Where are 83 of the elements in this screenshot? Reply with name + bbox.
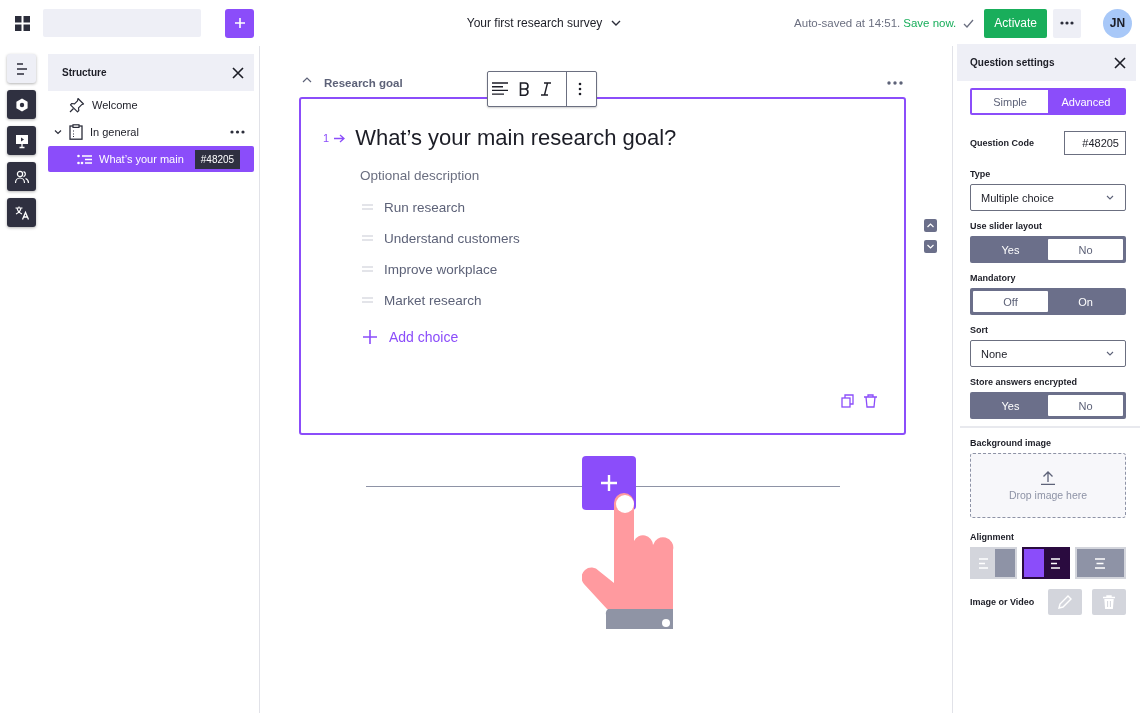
trash-icon: [1103, 595, 1115, 609]
drag-handle-icon[interactable]: [362, 266, 373, 272]
sidebar-tab[interactable]: [7, 90, 36, 119]
field-label: Question Code: [970, 138, 1034, 148]
text-lines-icon: [978, 557, 989, 569]
question-number: 1: [323, 132, 330, 144]
sidebar-tab[interactable]: [7, 198, 36, 227]
close-icon[interactable]: [232, 66, 244, 79]
section-title: Research goal: [324, 77, 403, 89]
plus-icon: [363, 330, 377, 344]
drag-handle-icon[interactable]: [362, 235, 373, 241]
text-lines-icon: [1051, 557, 1061, 569]
italic-icon[interactable]: [541, 82, 551, 96]
alignment-option[interactable]: [1022, 547, 1070, 579]
more-icon[interactable]: [887, 81, 903, 85]
chevron-down-icon[interactable]: [54, 128, 62, 136]
grid-icon[interactable]: [15, 15, 30, 31]
copy-icon[interactable]: [841, 394, 854, 408]
sidebar-tab[interactable]: [7, 162, 36, 191]
plus-icon: [598, 472, 619, 493]
more-vertical-icon[interactable]: [578, 82, 582, 96]
question-code-field[interactable]: #48205: [1064, 131, 1126, 155]
question-title[interactable]: What’s your main research goal?: [355, 125, 677, 151]
survey-title-dropdown[interactable]: Your first research survey: [466, 16, 622, 30]
field-label: Alignment: [970, 532, 1015, 542]
plus-icon: [233, 17, 246, 29]
field-label: Type: [970, 169, 992, 179]
panel-title: Question settings: [970, 57, 1055, 68]
close-icon[interactable]: [1114, 56, 1126, 69]
add-choice-button[interactable]: Add choice: [363, 329, 459, 345]
bold-icon[interactable]: [519, 82, 530, 96]
mode-tab[interactable]: Simple: [972, 90, 1048, 113]
chevron-down-icon: [611, 20, 622, 26]
field-label: Use slider layout: [970, 221, 1044, 231]
drag-handle-icon[interactable]: [362, 204, 373, 210]
more-button[interactable]: [1053, 8, 1081, 38]
check-icon: [963, 18, 975, 28]
list-icon: [77, 153, 92, 165]
chevron-down-icon: [1106, 351, 1114, 356]
move-down-icon[interactable]: [924, 240, 937, 253]
arrow-right-icon: [334, 133, 346, 143]
more-icon[interactable]: [230, 130, 245, 134]
people-icon: [13, 168, 30, 185]
presentation-icon: [13, 132, 30, 149]
more-icon: [1060, 21, 1074, 25]
translate-icon: [13, 204, 30, 221]
toggle-option[interactable]: No: [1048, 239, 1123, 260]
clipboard-icon: [69, 124, 83, 140]
field-label: Sort: [970, 325, 989, 335]
autosave-status: Auto-saved at 14:51.: [794, 17, 901, 29]
tree-item[interactable]: Welcome: [48, 92, 254, 118]
sidebar-tab[interactable]: [7, 126, 36, 155]
toggle-option[interactable]: Off: [973, 291, 1048, 312]
dropdown[interactable]: None: [970, 340, 1126, 367]
dropdown[interactable]: Multiple choice: [970, 184, 1126, 211]
trash-icon[interactable]: [864, 394, 877, 408]
choice-option[interactable]: Understand customers: [384, 230, 520, 246]
pin-icon: [69, 97, 85, 113]
field-label: Store answers encrypted: [970, 377, 1079, 387]
add-question-button[interactable]: [581, 455, 636, 510]
gear-icon: [13, 96, 30, 113]
question-code-badge: #48205: [194, 149, 241, 169]
text-lines-icon: [1095, 557, 1106, 569]
chevron-up-icon[interactable]: [302, 77, 312, 83]
tree-item[interactable]: In general: [48, 119, 254, 145]
align-left-icon[interactable]: [492, 82, 508, 96]
panel-title: Structure: [62, 67, 107, 78]
drag-handle-icon[interactable]: [362, 297, 373, 303]
pencil-icon: [1058, 595, 1072, 609]
upload-icon: [1040, 470, 1056, 485]
move-up-icon[interactable]: [924, 219, 937, 232]
field-label: Mandatory: [970, 273, 1017, 283]
add-button[interactable]: [225, 8, 254, 38]
chevron-down-icon: [1106, 195, 1114, 200]
tree-item[interactable]: What’s your main #48205: [48, 146, 254, 172]
choice-option[interactable]: Improve workplace: [384, 261, 498, 277]
toggle-option[interactable]: No: [1048, 395, 1123, 416]
field-label: Background image: [970, 438, 1053, 448]
sidebar-tab[interactable]: [7, 54, 36, 83]
user-avatar[interactable]: JN: [1103, 8, 1132, 38]
choice-option[interactable]: Run research: [384, 199, 466, 215]
choice-option[interactable]: Market research: [384, 292, 482, 308]
field-label: Image or Video: [970, 597, 1036, 607]
